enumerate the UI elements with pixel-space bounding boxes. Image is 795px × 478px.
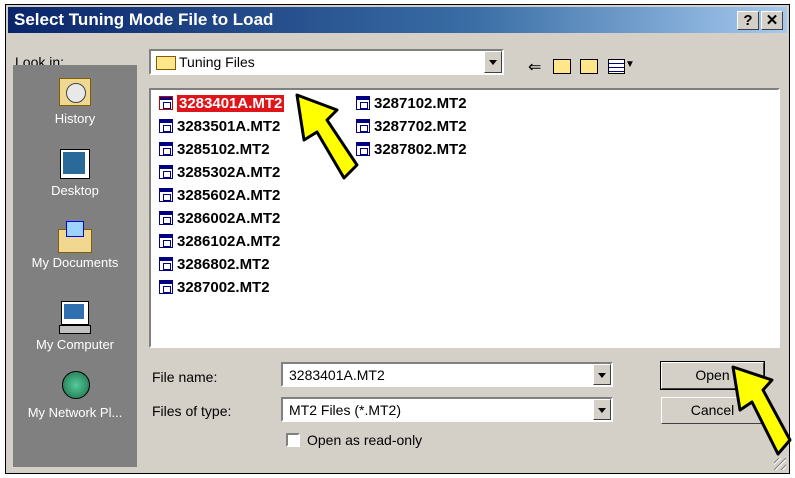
file-type-dropdown-button[interactable] [593,399,611,420]
places-bar: History Desktop My Documents My Computer [13,65,137,467]
mt2-file-icon [159,96,173,110]
read-only-label: Open as read-only [307,432,423,448]
file-name: 3287802.MT2 [374,141,467,158]
place-label: My Documents [31,255,119,270]
file-item[interactable]: 3287102.MT2 [356,95,467,113]
file-name: 3286002A.MT2 [177,210,281,227]
place-desktop[interactable]: Desktop [13,147,137,198]
file-list[interactable]: 3283401A.MT2 3283501A.MT2 3285102.MT2 32… [149,88,780,348]
file-name: 3285302A.MT2 [177,164,281,181]
up-folder-icon[interactable] [553,59,571,74]
file-item[interactable]: 3286102A.MT2 [159,233,280,251]
file-name: 3286102A.MT2 [177,233,281,250]
file-item[interactable]: 3287002.MT2 [159,279,270,297]
file-name: 3287102.MT2 [374,95,467,112]
network-places-icon [56,369,94,403]
folder-icon [156,56,176,70]
mt2-file-icon [159,142,173,156]
place-label: My Network Pl... [27,405,123,420]
file-type-value: MT2 Files (*.MT2) [289,402,401,418]
view-dropdown-arrow-icon[interactable]: ▼ [625,59,635,70]
window-title: Select Tuning Mode File to Load [14,10,274,29]
pointer-arrow-icon [295,93,359,180]
file-item[interactable]: 3287802.MT2 [356,141,467,159]
place-label: History [54,111,96,126]
look-in-value: Tuning Files [179,54,255,70]
mt2-file-icon [159,188,173,202]
history-icon [56,75,94,109]
place-label: Desktop [51,183,99,198]
mt2-file-icon [159,280,173,294]
file-name: 3287002.MT2 [177,279,270,296]
place-my-network[interactable]: My Network Pl... [13,369,137,420]
file-name: 3283501A.MT2 [177,118,281,135]
file-name-label: File name: [152,369,218,385]
look-in-combo[interactable]: Tuning Files [149,49,504,75]
file-name: 3285102.MT2 [177,141,270,158]
new-folder-icon[interactable] [580,59,598,74]
place-label: My Computer [35,337,115,352]
file-name: 3286802.MT2 [177,256,270,273]
back-arrow-icon[interactable]: ⇐ [528,57,541,77]
my-documents-icon [56,219,94,253]
mt2-file-icon [159,257,173,271]
file-item[interactable]: 3286002A.MT2 [159,210,280,228]
file-open-dialog: Select Tuning Mode File to Load ? ✕ Look… [5,4,790,474]
file-name: 3287702.MT2 [374,118,467,135]
help-button[interactable]: ? [737,11,759,30]
mt2-file-icon [159,119,173,133]
mt2-file-icon [159,211,173,225]
read-only-checkbox[interactable] [286,433,300,447]
file-name-dropdown-button[interactable] [593,364,611,385]
file-item[interactable]: 3283401A.MT2 [159,94,286,113]
my-computer-icon [56,301,94,335]
file-type-select[interactable]: MT2 Files (*.MT2) [281,397,613,422]
view-menu-icon[interactable] [608,59,625,74]
file-item[interactable]: 3285602A.MT2 [159,187,280,205]
file-name-input[interactable]: 3283401A.MT2 [281,362,613,387]
mt2-file-icon [159,165,173,179]
file-item[interactable]: 3286802.MT2 [159,256,270,274]
file-name: 3285602A.MT2 [177,187,281,204]
close-button[interactable]: ✕ [761,11,783,30]
place-history[interactable]: History [13,75,137,126]
desktop-icon [56,147,94,181]
file-item[interactable]: 3283501A.MT2 [159,118,280,136]
place-my-computer[interactable]: My Computer [13,301,137,352]
title-bar: Select Tuning Mode File to Load ? ✕ [8,7,787,33]
place-my-documents[interactable]: My Documents [13,219,137,270]
file-type-label: Files of type: [152,403,232,419]
file-name: 3283401A.MT2 [175,94,286,113]
mt2-file-icon [159,234,173,248]
file-item[interactable]: 3285302A.MT2 [159,164,280,182]
look-in-dropdown-button[interactable] [484,51,502,73]
file-item[interactable]: 3287702.MT2 [356,118,467,136]
pointer-arrow-icon [731,365,792,456]
file-item[interactable]: 3285102.MT2 [159,141,270,159]
file-name-value: 3283401A.MT2 [289,367,385,383]
